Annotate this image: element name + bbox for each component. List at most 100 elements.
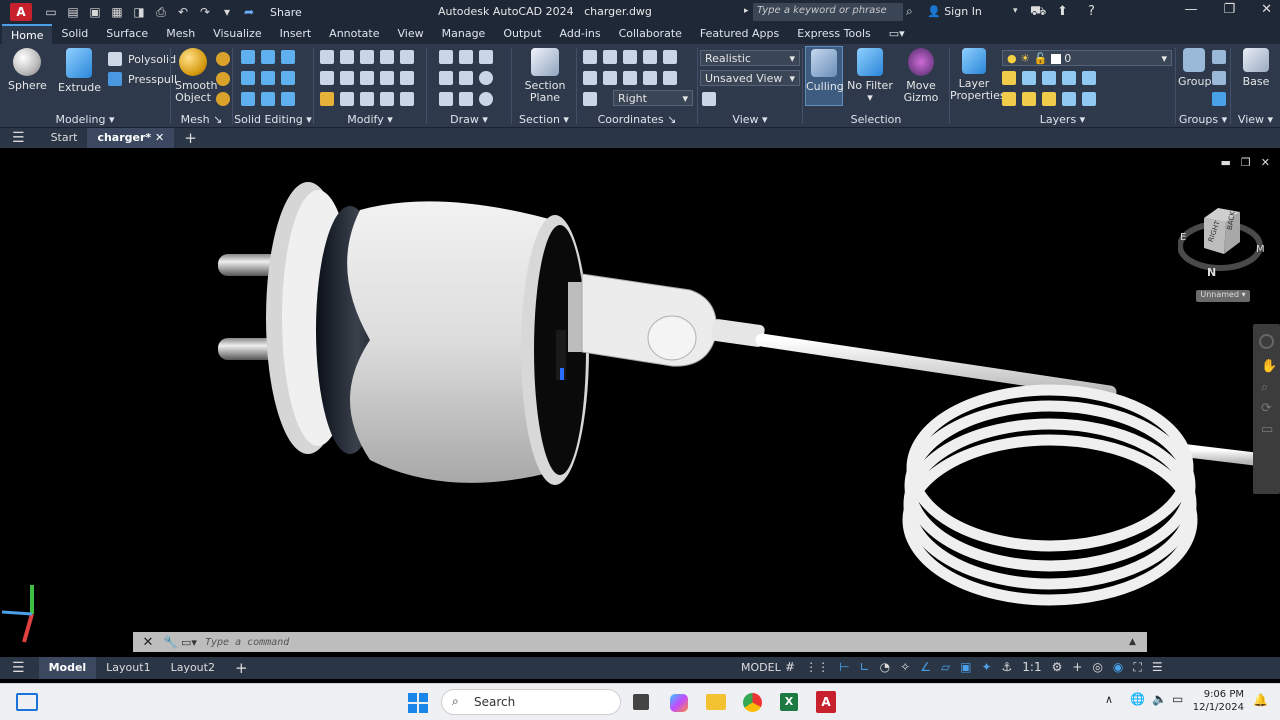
tab-annotate[interactable]: Annotate: [320, 24, 388, 44]
union-icon[interactable]: [241, 50, 255, 64]
drawing-viewport[interactable]: ▬ ❐ ✕ RIGHT BACK E N M Unnamed ▾ ✋ ⌕ ⟳ ▭: [0, 150, 1280, 658]
undo-icon[interactable]: ↶: [176, 5, 190, 19]
layer-on-all-icon[interactable]: [1002, 92, 1016, 106]
base-view-panel-title[interactable]: View ▾: [1231, 113, 1280, 126]
presspull-button[interactable]: Presspull: [108, 72, 177, 86]
annotation-visibility-icon[interactable]: ⚓: [1002, 660, 1013, 675]
notification-bell-icon[interactable]: 🔔: [1253, 693, 1268, 707]
layer-dropdown[interactable]: ● ☀ 🔓 0 ▾: [1002, 50, 1172, 66]
align-3d-icon[interactable]: [320, 71, 334, 85]
ucs-origin-icon[interactable]: [603, 71, 617, 85]
move-icon[interactable]: [360, 50, 374, 64]
tab-surface[interactable]: Surface: [97, 24, 157, 44]
widgets-icon[interactable]: [16, 693, 38, 711]
windows-start-icon[interactable]: [408, 693, 428, 713]
view-panel-title[interactable]: View ▾: [698, 113, 802, 126]
selection-cycling-icon[interactable]: ▣: [960, 660, 971, 675]
mesh-smooth-less-icon[interactable]: [216, 72, 230, 86]
stretch-icon[interactable]: [380, 71, 394, 85]
cart-icon[interactable]: ⛟: [1030, 4, 1046, 21]
autocad-taskbar-icon[interactable]: A: [816, 691, 836, 713]
viewport-restore-icon[interactable]: ❐: [1241, 156, 1251, 169]
tab-manage[interactable]: Manage: [433, 24, 495, 44]
subtract-icon[interactable]: [241, 71, 255, 85]
tab-charger[interactable]: charger* ✕: [87, 128, 175, 148]
tab-layout2[interactable]: Layout2: [161, 657, 225, 679]
copilot-icon[interactable]: [670, 694, 688, 712]
offset-icon[interactable]: [380, 92, 394, 106]
tab-layout1[interactable]: Layout1: [96, 657, 160, 679]
redo-icon[interactable]: ↷: [198, 5, 212, 19]
file-explorer-icon[interactable]: [706, 694, 726, 710]
rectangle-icon[interactable]: [459, 92, 473, 106]
mirror-3d-icon[interactable]: [340, 92, 354, 106]
layer-unisolate-icon[interactable]: [1022, 92, 1036, 106]
tab-collaborate[interactable]: Collaborate: [610, 24, 691, 44]
array-3d-icon[interactable]: [340, 71, 354, 85]
ucs-icon[interactable]: [583, 50, 597, 64]
separate-icon[interactable]: [281, 92, 295, 106]
mesh-refine-icon[interactable]: [216, 92, 230, 106]
ucs-view-icon[interactable]: [583, 71, 597, 85]
search-expand-icon[interactable]: ▸: [744, 6, 749, 16]
layer-match-icon[interactable]: [1082, 92, 1096, 106]
coordinates-panel-title[interactable]: Coordinates ↘: [577, 113, 697, 126]
ucs-world-icon[interactable]: [603, 50, 617, 64]
modify-panel-title[interactable]: Modify ▾: [314, 113, 426, 126]
group-button[interactable]: Group: [1178, 48, 1212, 88]
zoom-icon[interactable]: ⌕: [1261, 380, 1272, 395]
new-tab-icon[interactable]: +: [174, 128, 207, 148]
tab-add-ins[interactable]: Add-ins: [551, 24, 610, 44]
ungroup-icon[interactable]: [1212, 50, 1226, 64]
annotation-scale[interactable]: 1:1: [1022, 660, 1041, 675]
tab-solid[interactable]: Solid: [52, 24, 97, 44]
osnap-icon[interactable]: ✧: [900, 660, 910, 675]
compass-east[interactable]: M: [1256, 244, 1265, 255]
layouts-menu-icon[interactable]: ☰: [12, 660, 25, 676]
move-gizmo-button[interactable]: Move Gizmo: [901, 48, 941, 104]
compass-west[interactable]: E: [1180, 232, 1186, 243]
scale-icon[interactable]: [360, 92, 374, 106]
ucs-zaxis-icon[interactable]: [623, 71, 637, 85]
restore-icon[interactable]: ❐: [1223, 2, 1235, 17]
ucs-dropdown[interactable]: Right ▾: [613, 90, 693, 106]
polar-icon[interactable]: ◔: [880, 660, 890, 675]
layer-thaw-icon[interactable]: [1042, 92, 1056, 106]
edit-icon[interactable]: [320, 92, 334, 106]
gizmo-icon[interactable]: ✦: [981, 660, 991, 675]
ucs-x-icon[interactable]: [663, 71, 677, 85]
sign-in-dropdown-icon[interactable]: ▾: [1013, 6, 1018, 16]
no-filter-button[interactable]: No Filter ▾: [847, 48, 893, 104]
mesh-panel-title[interactable]: Mesh ↘: [171, 113, 232, 126]
annotation-monitor-icon[interactable]: +: [1072, 660, 1082, 675]
plot-icon[interactable]: ⎙: [154, 5, 168, 19]
layer-make-current-icon[interactable]: [1082, 71, 1096, 85]
array-icon[interactable]: [400, 92, 414, 106]
tab-visualize[interactable]: Visualize: [204, 24, 270, 44]
language-icon[interactable]: 🌐: [1130, 692, 1145, 706]
layer-freeze-tool-icon[interactable]: [1042, 71, 1056, 85]
otrack-icon[interactable]: ∠: [920, 660, 931, 675]
command-input[interactable]: Type a command: [205, 637, 1129, 648]
group-select-icon[interactable]: [1212, 92, 1226, 106]
task-view-icon[interactable]: [633, 694, 649, 710]
layers-panel-title[interactable]: Layers ▾: [950, 113, 1175, 126]
culling-button[interactable]: Culling: [805, 46, 844, 106]
modeling-panel-title[interactable]: Modeling ▾: [0, 113, 170, 126]
file-tabs-menu-icon[interactable]: ☰: [12, 130, 25, 146]
section-plane-button[interactable]: Section Plane: [522, 48, 568, 104]
spline-icon[interactable]: [439, 71, 453, 85]
thicken-icon[interactable]: [261, 71, 275, 85]
tab-start[interactable]: Start: [41, 128, 88, 148]
interfere-icon[interactable]: [261, 50, 275, 64]
recent-commands-icon[interactable]: ▭▾: [181, 636, 205, 649]
mesh-smooth-more-icon[interactable]: [216, 52, 230, 66]
web-icon[interactable]: ◨: [132, 5, 146, 19]
viewport-minimize-icon[interactable]: ▬: [1221, 156, 1231, 169]
snap-icon[interactable]: ⋮⋮: [805, 660, 829, 675]
infer-constraints-icon[interactable]: ⊢: [839, 660, 849, 675]
tab-model[interactable]: Model: [38, 657, 97, 679]
scissors-icon[interactable]: [380, 50, 394, 64]
viewport-close-icon[interactable]: ✕: [1261, 156, 1270, 169]
ucs-face-icon[interactable]: [643, 50, 657, 64]
